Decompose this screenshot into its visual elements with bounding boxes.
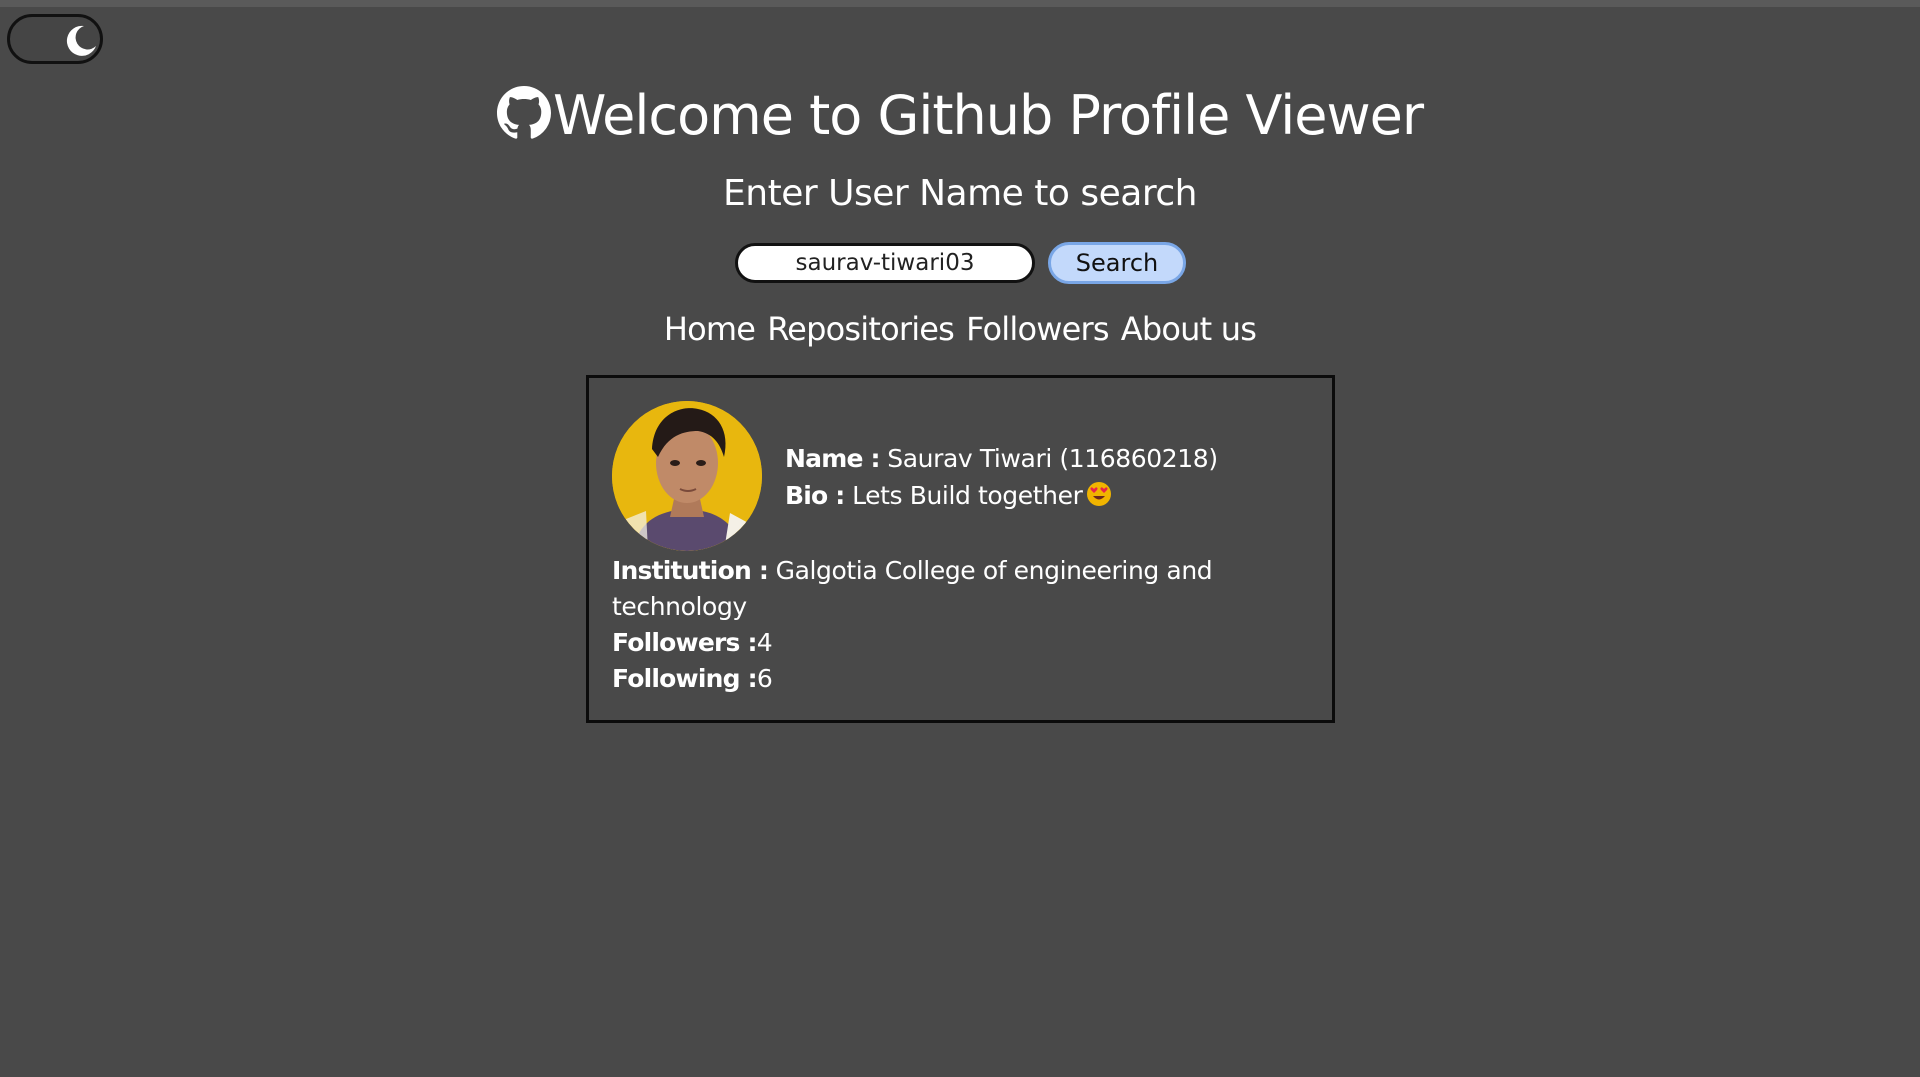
top-border bbox=[0, 0, 1920, 7]
institution-label: Institution : bbox=[612, 556, 769, 585]
name-label: Name : bbox=[785, 444, 881, 473]
followers-label: Followers : bbox=[612, 628, 758, 657]
profile-details: Institution : Galgotia College of engine… bbox=[612, 553, 1232, 697]
main-nav: Home Repositories Followers About us bbox=[0, 305, 1920, 353]
theme-toggle[interactable] bbox=[7, 14, 103, 64]
moon-icon bbox=[66, 25, 96, 56]
nav-repositories[interactable]: Repositories bbox=[767, 305, 955, 353]
nav-home[interactable]: Home bbox=[664, 305, 756, 353]
following-row: Following :6 bbox=[612, 661, 1232, 697]
name-value: Saurav Tiwari (116860218) bbox=[887, 444, 1218, 473]
profile-summary: Name : Saurav Tiwari (116860218) Bio : L… bbox=[785, 440, 1218, 514]
bio-label: Bio : bbox=[785, 481, 845, 510]
following-value: 6 bbox=[756, 664, 773, 693]
search-button[interactable]: Search bbox=[1048, 242, 1186, 284]
page-title-text: Welcome to Github Profile Viewer bbox=[552, 84, 1424, 147]
following-label: Following : bbox=[612, 664, 758, 693]
bio-value: Lets Build together bbox=[852, 481, 1083, 510]
profile-card: Name : Saurav Tiwari (116860218) Bio : L… bbox=[586, 375, 1335, 723]
github-icon bbox=[496, 86, 551, 139]
search-bar: Search bbox=[735, 242, 1186, 284]
avatar bbox=[612, 401, 762, 551]
search-prompt: Enter User Name to search bbox=[723, 173, 1197, 214]
institution-row: Institution : Galgotia College of engine… bbox=[612, 553, 1232, 625]
profile-bio-row: Bio : Lets Build together bbox=[785, 477, 1218, 514]
profile-name-row: Name : Saurav Tiwari (116860218) bbox=[785, 440, 1218, 477]
username-input[interactable] bbox=[735, 243, 1035, 283]
header: Welcome to Github Profile Viewer bbox=[0, 78, 1920, 154]
nav-about-us[interactable]: About us bbox=[1121, 305, 1257, 353]
page-title: Welcome to Github Profile Viewer bbox=[496, 78, 1424, 154]
avatar-image bbox=[612, 401, 762, 551]
followers-row: Followers :4 bbox=[612, 625, 1232, 661]
followers-value: 4 bbox=[756, 628, 773, 657]
nav-followers[interactable]: Followers bbox=[966, 305, 1110, 353]
smiling-face-with-heart-eyes-icon bbox=[1087, 482, 1112, 506]
